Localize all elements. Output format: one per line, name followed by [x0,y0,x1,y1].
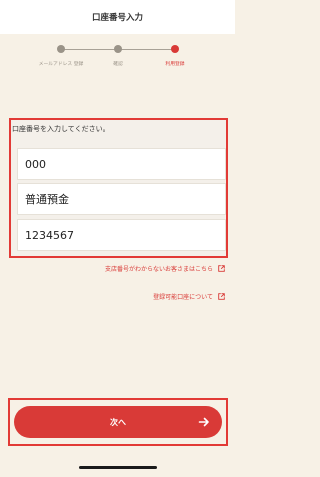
header: 口座番号入力 [0,0,235,34]
step-dot-confirm [114,45,122,53]
next-button[interactable]: 次へ [14,406,222,438]
page-title: 口座番号入力 [91,13,143,23]
branch-unknown-link[interactable]: 支店番号がわからないお客さまはこちら [105,264,225,273]
account-type-select[interactable]: 普通預金 [17,183,226,215]
registrable-accounts-link[interactable]: 登録可能口座について [153,292,225,301]
account-number-field[interactable]: 1234567 [17,219,226,251]
step-connector [119,49,175,50]
step-label-registration: 利用登録 [165,62,185,67]
branch-unknown-link-label: 支店番号がわからないお客さまはこちら [104,266,213,273]
home-indicator [79,466,157,469]
step-label-confirm: 確認 [113,62,123,67]
branch-number-field[interactable]: 000 [17,148,226,180]
step-label-email: メールアドレス 登録 [38,62,84,67]
next-button-frame: 次へ [8,398,228,446]
step-connector [61,49,117,50]
account-form: 口座番号を入力してください。 000 普通預金 1234567 [9,118,228,258]
step-dot-email [57,45,65,53]
arrow-right-icon [198,417,209,427]
registrable-accounts-link-label: 登録可能口座について [153,294,213,301]
step-dot-registration [171,45,179,53]
progress-stepper: メールアドレス 登録 確認 利用登録 [0,34,235,94]
external-link-icon [218,265,225,272]
external-link-icon [218,293,225,300]
form-prompt: 口座番号を入力してください。 [12,125,110,133]
next-button-label: 次へ [110,417,126,427]
